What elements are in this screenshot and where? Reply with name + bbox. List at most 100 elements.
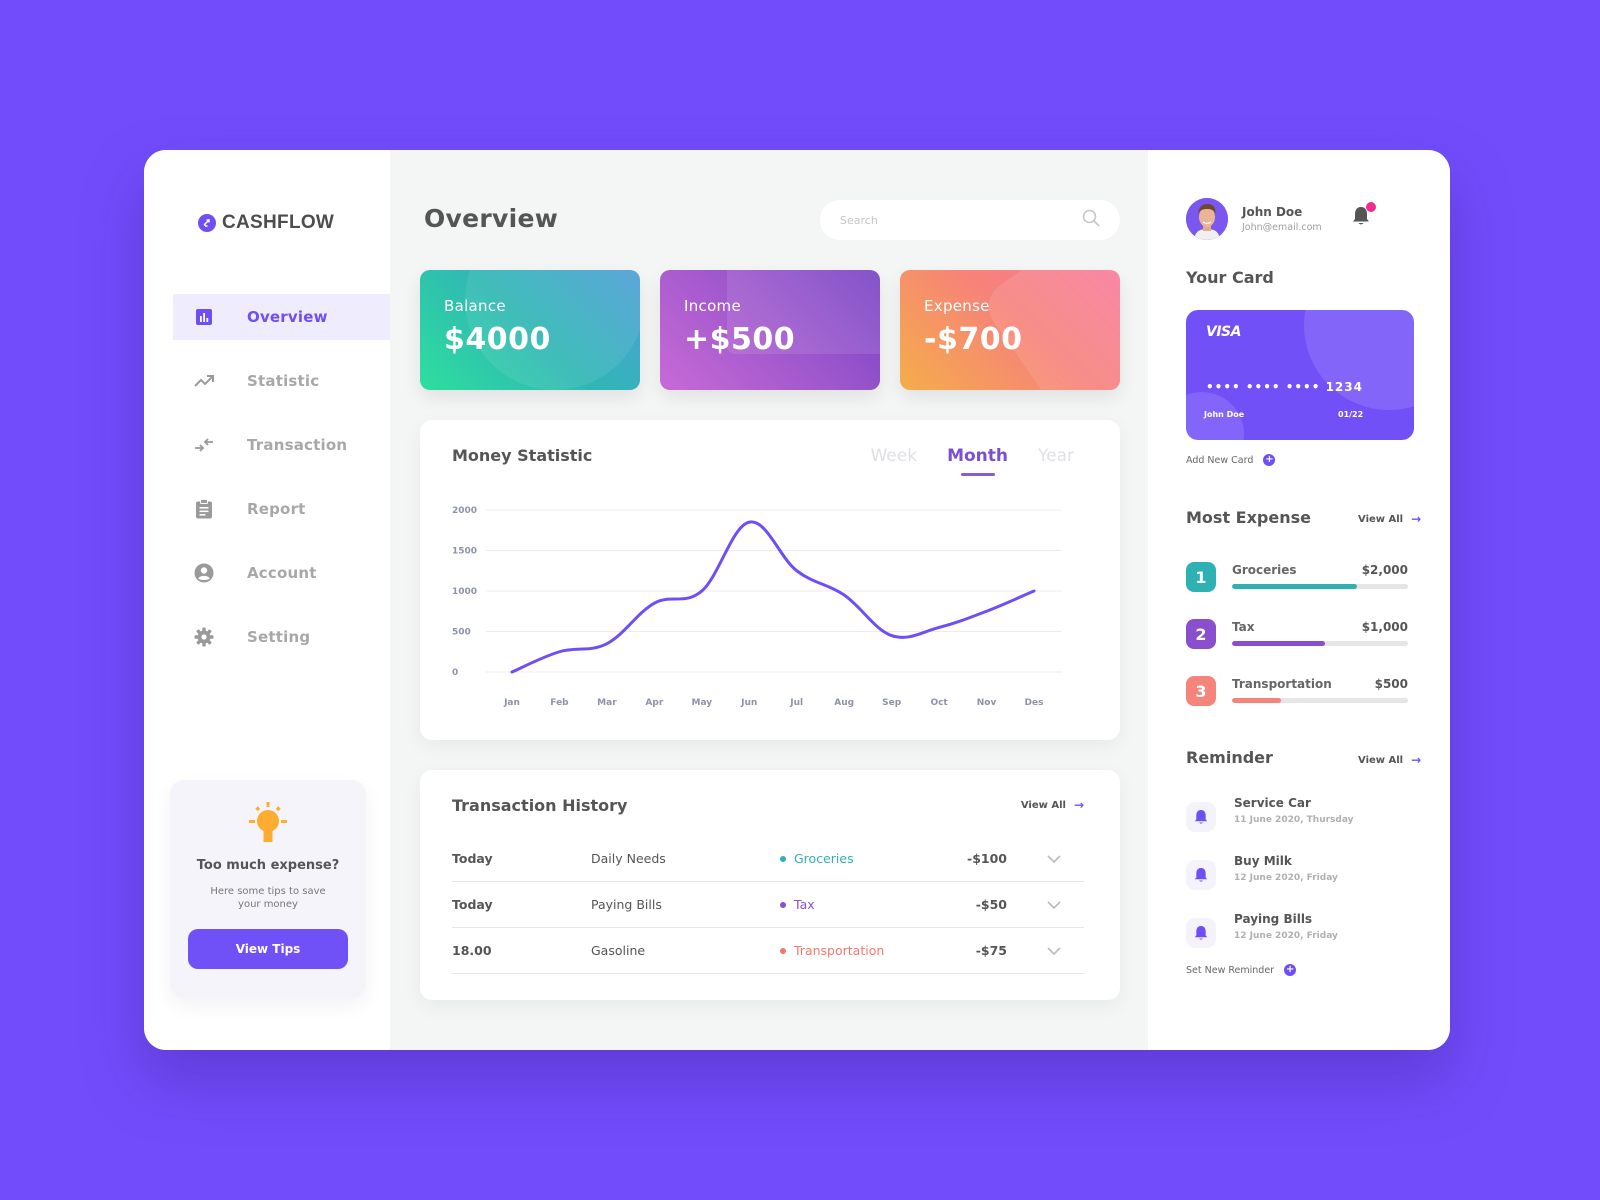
category-dot xyxy=(780,901,786,908)
chevron-down-icon[interactable] xyxy=(1047,851,1061,866)
sidebar-item-overview[interactable]: Overview xyxy=(173,294,390,340)
balance-card[interactable]: Balance $4000 xyxy=(420,270,640,390)
set-new-reminder-link[interactable]: Set New Reminder + xyxy=(1186,964,1297,976)
balance-label: Balance xyxy=(444,297,506,315)
expense-name: Groceries xyxy=(1232,563,1297,577)
tips-card: Too much expense? Here some tips to save… xyxy=(170,780,366,998)
sidebar-item-report[interactable]: Report xyxy=(173,486,390,532)
y-tick-label: 0 xyxy=(452,668,458,678)
category-dot xyxy=(780,855,786,862)
x-tick-label: Des xyxy=(1025,698,1044,708)
table-row[interactable]: Today Daily Needs Groceries -$100 xyxy=(452,836,1084,882)
money-statistic-title: Money Statistic xyxy=(452,446,593,465)
logo[interactable]: CASHFLOW xyxy=(198,212,334,234)
expense-amount: $2,000 xyxy=(1361,563,1408,577)
expense-rank-badge: 1 xyxy=(1186,562,1216,592)
sidebar-item-account[interactable]: Account xyxy=(173,550,390,596)
account-circle-icon xyxy=(193,562,215,584)
search-bar[interactable] xyxy=(820,200,1120,240)
sidebar: CASHFLOW Overview Statistic Transaction xyxy=(144,150,390,1050)
bell-icon xyxy=(1186,918,1216,948)
bell-icon xyxy=(1186,860,1216,890)
reminder-title-text: Service Car xyxy=(1234,796,1311,810)
expense-progress-track xyxy=(1232,698,1408,703)
most-expense-view-all-link[interactable]: View All → xyxy=(1358,512,1421,526)
chevron-down-icon[interactable] xyxy=(1047,897,1061,912)
sidebar-item-setting[interactable]: Setting xyxy=(173,614,390,660)
set-new-reminder-label: Set New Reminder xyxy=(1186,964,1275,976)
dashboard-window: CASHFLOW Overview Statistic Transaction xyxy=(144,150,1450,1050)
plus-circle-icon: + xyxy=(1263,454,1276,466)
tx-category: Tax xyxy=(780,897,955,912)
expense-progress-track xyxy=(1232,641,1408,646)
reminder-title: Reminder xyxy=(1186,748,1273,767)
view-tips-button[interactable]: View Tips xyxy=(188,929,348,969)
reminder-item[interactable]: Buy Milk 12 June 2020, Friday xyxy=(1186,854,1414,900)
tx-amount: -$50 xyxy=(975,897,1007,912)
expense-item[interactable]: 3 Transportation $500 xyxy=(1186,672,1414,712)
search-icon[interactable] xyxy=(1082,209,1100,231)
gear-icon xyxy=(193,626,215,648)
tab-month[interactable]: Month xyxy=(947,446,1008,476)
avatar[interactable] xyxy=(1186,198,1228,240)
most-expense-title: Most Expense xyxy=(1186,508,1311,527)
reminder-item[interactable]: Paying Bills 12 June 2020, Friday xyxy=(1186,912,1414,958)
expense-item[interactable]: 1 Groceries $2,000 xyxy=(1186,558,1414,598)
reminder-view-all-link[interactable]: View All → xyxy=(1358,753,1421,767)
x-tick-label: Jul xyxy=(789,698,803,708)
search-input[interactable] xyxy=(840,213,1060,227)
sidebar-item-label: Setting xyxy=(247,628,311,646)
chevron-down-icon[interactable] xyxy=(1047,943,1061,958)
tx-date: Today xyxy=(452,897,493,912)
transaction-table: Today Daily Needs Groceries -$100 Today … xyxy=(452,836,1084,974)
tab-year[interactable]: Year xyxy=(1038,446,1074,466)
table-row[interactable]: 18.00 Gasoline Transportation -$75 xyxy=(452,928,1084,974)
tx-date: 18.00 xyxy=(452,943,492,958)
sidebar-item-label: Transaction xyxy=(247,436,348,454)
series-line xyxy=(510,520,1036,674)
expense-value: -$700 xyxy=(924,322,1023,357)
view-all-label: View All xyxy=(1358,754,1404,766)
tab-week[interactable]: Week xyxy=(870,446,917,466)
reminder-date: 12 June 2020, Friday xyxy=(1234,931,1338,941)
sidebar-item-transaction[interactable]: Transaction xyxy=(173,422,390,468)
y-tick-label: 500 xyxy=(452,628,471,638)
transactions-view-all-link[interactable]: View All → xyxy=(1021,798,1084,812)
table-row[interactable]: Today Paying Bills Tax -$50 xyxy=(452,882,1084,928)
card-decoration xyxy=(1304,310,1414,410)
expense-card[interactable]: Expense -$700 xyxy=(900,270,1120,390)
category-label: Transportation xyxy=(794,943,885,958)
sidebar-item-label: Account xyxy=(247,564,317,582)
bell-icon xyxy=(1352,207,1370,230)
expense-item[interactable]: 2 Tax $1,000 xyxy=(1186,615,1414,655)
sidebar-nav: Overview Statistic Transaction Report Ac… xyxy=(173,294,390,678)
sidebar-item-statistic[interactable]: Statistic xyxy=(173,358,390,404)
x-tick-label: Mar xyxy=(597,698,617,708)
expense-amount: $1,000 xyxy=(1361,620,1408,634)
cashflow-logo-icon xyxy=(198,214,216,232)
reminder-item[interactable]: Service Car 11 June 2020, Thursday xyxy=(1186,796,1414,842)
sidebar-item-label: Overview xyxy=(247,308,328,326)
bar-chart-icon xyxy=(193,306,215,328)
user-email: John@email.com xyxy=(1242,222,1322,233)
balance-value: $4000 xyxy=(444,322,551,357)
card-number: •••• •••• •••• 1234 xyxy=(1206,380,1363,394)
income-card[interactable]: Income +$500 xyxy=(660,270,880,390)
add-new-card-link[interactable]: Add New Card + xyxy=(1186,454,1276,466)
page-title: Overview xyxy=(424,204,559,233)
notification-button[interactable] xyxy=(1352,202,1376,230)
reminder-date: 11 June 2020, Thursday xyxy=(1234,815,1354,825)
notification-badge xyxy=(1366,202,1376,212)
x-tick-label: Aug xyxy=(834,698,854,708)
tx-category: Transportation xyxy=(780,943,955,958)
x-tick-label: May xyxy=(692,698,713,708)
income-label: Income xyxy=(684,297,741,315)
plus-circle-icon: + xyxy=(1284,964,1297,976)
credit-card[interactable]: VISA •••• •••• •••• 1234 John Doe 01/22 xyxy=(1186,310,1414,440)
user-profile[interactable]: John Doe John@email.com xyxy=(1186,198,1322,240)
category-dot xyxy=(780,947,786,954)
tx-amount: -$100 xyxy=(967,851,1007,866)
clipboard-icon xyxy=(193,498,215,520)
category-label: Groceries xyxy=(794,851,854,866)
view-all-label: View All xyxy=(1020,799,1066,811)
